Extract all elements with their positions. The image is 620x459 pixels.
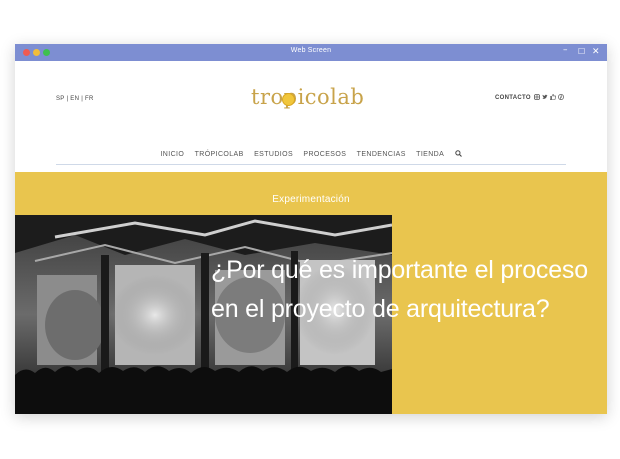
twitter-icon[interactable] <box>542 94 548 100</box>
contact-link[interactable]: CONTACTO <box>495 95 531 101</box>
logo-sun-icon <box>282 93 295 106</box>
article-headline[interactable]: ¿Por qué es importante el proceso en el … <box>211 251 591 329</box>
nav-item-tendencias[interactable]: TENDENCIAS <box>357 151 406 158</box>
language-switcher[interactable]: SP | EN | FR <box>56 96 94 102</box>
nav-item-procesos[interactable]: PROCESOS <box>303 151 346 158</box>
title-bar: Web Screen – ☐ ✕ <box>15 44 607 61</box>
main-nav: INICIO TRÓPICOLAB ESTUDIOS PROCESOS TEND… <box>56 150 566 162</box>
nav-item-inicio[interactable]: INICIO <box>160 151 184 158</box>
nav-divider <box>56 164 566 165</box>
nav-item-tienda[interactable]: TIENDA <box>416 151 444 158</box>
window-title: Web Screen <box>290 47 332 54</box>
thumbs-up-icon[interactable] <box>550 94 556 100</box>
instagram-icon[interactable] <box>534 94 540 100</box>
close-icon[interactable]: ✕ <box>592 47 600 57</box>
logo-text: tropicolab <box>251 85 365 109</box>
pinterest-icon[interactable] <box>558 94 564 100</box>
minimize-icon[interactable]: – <box>563 45 568 55</box>
nav-item-estudios[interactable]: ESTUDIOS <box>254 151 293 158</box>
browser-window: Web Screen – ☐ ✕ SP | EN | FR tropicolab… <box>15 44 607 414</box>
hero-section: Experimentación ¿Por qué es importante e… <box>15 172 607 414</box>
maximize-icon[interactable]: ☐ <box>578 47 585 57</box>
nav-item-tropicolab[interactable]: TRÓPICOLAB <box>195 151 244 158</box>
search-icon[interactable] <box>454 150 462 159</box>
site-logo[interactable]: tropicolab <box>251 85 367 113</box>
category-label[interactable]: Experimentación <box>15 194 607 205</box>
